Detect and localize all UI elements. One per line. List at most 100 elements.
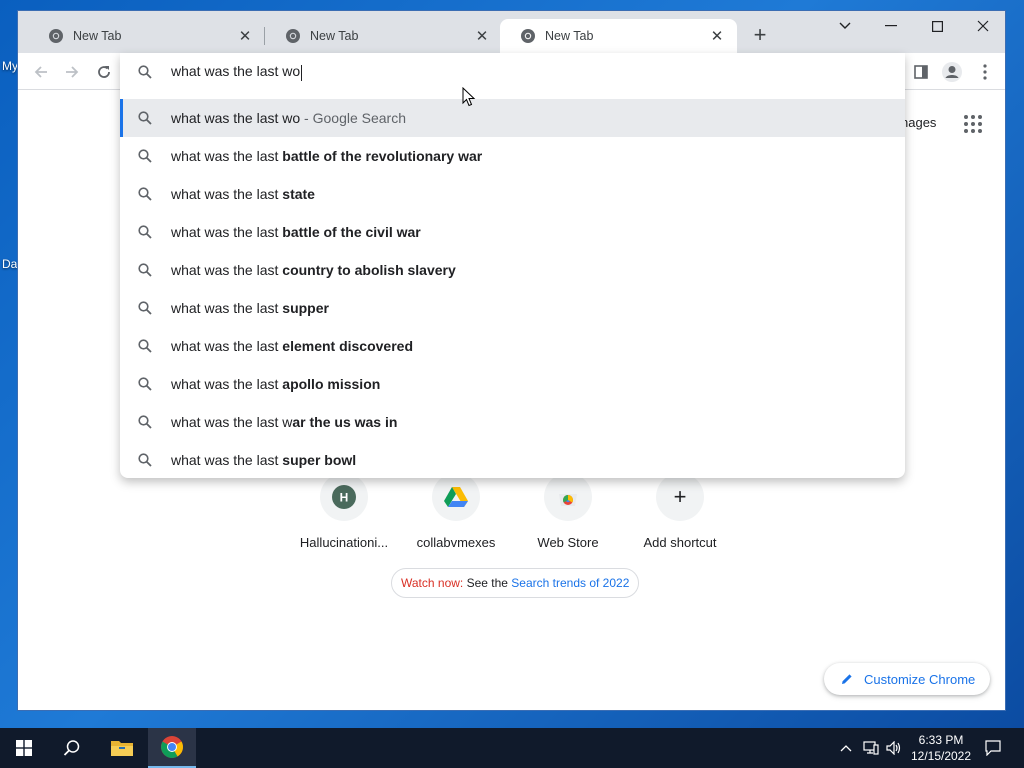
tab-new-tab-3[interactable]: New Tab ✕	[500, 19, 737, 53]
google-apps-icon[interactable]	[963, 114, 983, 134]
address-input[interactable]: what was the last wo	[171, 63, 303, 81]
omnibox-suggestion[interactable]: what was the last wo - Google Search	[120, 99, 905, 137]
suggestion-text: what was the last battle of the civil wa…	[171, 224, 421, 240]
tab-close-icon[interactable]: ✕	[709, 27, 725, 45]
suggestion-prefix: what was the last wo	[171, 110, 301, 126]
search-icon	[138, 301, 152, 315]
shortcut-label: collabvmexes	[416, 535, 496, 550]
shortcut-hallucinationi[interactable]: H Hallucinationi...	[288, 473, 400, 550]
chrome-taskbar-button[interactable]	[148, 728, 196, 768]
text-caret	[301, 64, 303, 81]
desktop-icon-label[interactable]: Da	[2, 257, 17, 271]
shortcut-tile	[544, 473, 592, 521]
search-icon	[138, 377, 152, 391]
tab-title: New Tab	[73, 29, 122, 43]
shortcut-tile: H	[320, 473, 368, 521]
address-bar[interactable]: what was the last wo	[120, 53, 905, 91]
suggestion-prefix: what was the last	[171, 262, 283, 278]
new-tab-button[interactable]: +	[747, 23, 773, 49]
suggestion-completion: state	[282, 186, 315, 202]
back-button[interactable]	[28, 59, 54, 85]
reload-button[interactable]	[91, 59, 117, 85]
taskbar-search-button[interactable]	[48, 728, 96, 768]
minimize-button[interactable]	[868, 11, 914, 41]
file-explorer-button[interactable]	[98, 728, 146, 768]
suggestion-completion: element discovered	[282, 338, 414, 354]
svg-text:H: H	[340, 491, 349, 505]
site-initial-icon: H	[332, 485, 356, 509]
promo-text: See the	[463, 576, 512, 590]
tab-close-icon[interactable]: ✕	[237, 27, 253, 45]
customize-label: Customize Chrome	[864, 671, 976, 687]
customize-chrome-button[interactable]: Customize Chrome	[824, 663, 990, 695]
menu-kebab-icon[interactable]	[972, 59, 998, 85]
system-clock[interactable]: 6:33 PM 12/15/2022	[910, 732, 972, 764]
search-icon	[138, 453, 152, 467]
tab-new-tab-2[interactable]: New Tab ✕	[265, 19, 502, 53]
suggestion-prefix: what was the last	[171, 186, 283, 202]
omnibox-suggestion[interactable]: what was the last war the us was in	[120, 403, 905, 441]
forward-button[interactable]	[59, 59, 85, 85]
omnibox-suggestion[interactable]: what was the last battle of the revoluti…	[120, 137, 905, 175]
volume-icon[interactable]	[882, 728, 906, 768]
omnibox-suggestion[interactable]: what was the last battle of the civil wa…	[120, 213, 905, 251]
tab-title: New Tab	[545, 29, 594, 43]
clock-time: 6:33 PM	[918, 733, 964, 747]
windows-logo-icon	[16, 740, 32, 756]
shortcut-label: Web Store	[537, 535, 599, 550]
omnibox-suggestion[interactable]: what was the last state	[120, 175, 905, 213]
shortcut-web-store[interactable]: Web Store	[512, 473, 624, 550]
network-icon[interactable]	[860, 728, 882, 768]
suggestion-completion: super bowl	[282, 452, 357, 468]
suggestion-completion: apollo mission	[282, 376, 381, 392]
suggestion-suffix: - Google Search	[300, 110, 407, 126]
images-link[interactable]: nages	[901, 115, 936, 130]
browser-window: New Tab ✕ New Tab ✕ New Tab ✕ + nages H …	[17, 10, 1006, 711]
omnibox-dropdown: what was the last wo what was the last w…	[120, 53, 905, 478]
shortcut-add[interactable]: + Add shortcut	[624, 473, 736, 550]
pencil-icon	[842, 674, 852, 684]
notifications-button[interactable]	[978, 728, 1008, 768]
tab-search-chevron-icon[interactable]	[822, 11, 868, 41]
suggestion-completion: battle of the civil war	[282, 224, 421, 240]
omnibox-suggestion[interactable]: what was the last super bowl	[120, 441, 905, 479]
folder-icon	[111, 741, 133, 756]
suggestion-text: what was the last country to abolish sla…	[171, 262, 456, 278]
omnibox-suggestion[interactable]: what was the last element discovered	[120, 327, 905, 365]
omnibox-suggestion[interactable]: what was the last apollo mission	[120, 365, 905, 403]
suggestion-text: what was the last state	[171, 186, 315, 202]
tab-close-icon[interactable]: ✕	[474, 27, 490, 45]
shortcut-label: Hallucinationi...	[299, 535, 389, 550]
shortcut-tile: +	[656, 473, 704, 521]
omnibox-suggestion[interactable]: what was the last country to abolish sla…	[120, 251, 905, 289]
promo-watch-now: Watch now:	[401, 576, 464, 590]
omnibox-suggestion[interactable]: what was the last supper	[120, 289, 905, 327]
suggestion-text: what was the last element discovered	[171, 338, 413, 354]
shortcut-tile	[432, 473, 480, 521]
start-button[interactable]	[0, 728, 48, 768]
search-icon	[138, 225, 152, 239]
search-icon	[138, 339, 152, 353]
suggestion-completion: supper	[282, 300, 329, 316]
clock-date: 12/15/2022	[910, 749, 972, 763]
chrome-favicon-icon	[521, 29, 535, 43]
shortcut-collabvmexes[interactable]: collabvmexes	[400, 473, 512, 550]
profile-avatar-icon[interactable]	[939, 59, 965, 85]
tab-new-tab-1[interactable]: New Tab ✕	[28, 19, 265, 53]
add-icon: +	[673, 484, 687, 509]
search-trends-promo[interactable]: Watch now: See the Search trends of 2022	[391, 568, 640, 598]
side-panel-icon[interactable]	[908, 59, 934, 85]
close-window-button[interactable]	[960, 11, 1005, 41]
shortcut-label: Add shortcut	[643, 535, 717, 550]
suggestion-text: what was the last wo - Google Search	[171, 110, 406, 126]
chrome-favicon-icon	[286, 29, 300, 43]
show-hidden-icons-chevron-icon[interactable]	[836, 728, 856, 768]
desktop-icon-label[interactable]: My	[2, 59, 18, 73]
suggestion-completion: country to abolish slavery	[282, 262, 456, 278]
suggestion-prefix: what was the last	[171, 338, 283, 354]
maximize-button[interactable]	[914, 11, 960, 41]
tab-strip: New Tab ✕ New Tab ✕ New Tab ✕ +	[18, 11, 1005, 53]
suggestion-text: what was the last apollo mission	[171, 376, 380, 392]
promo-link[interactable]: Search trends of 2022	[511, 576, 629, 590]
chrome-icon	[161, 736, 183, 758]
